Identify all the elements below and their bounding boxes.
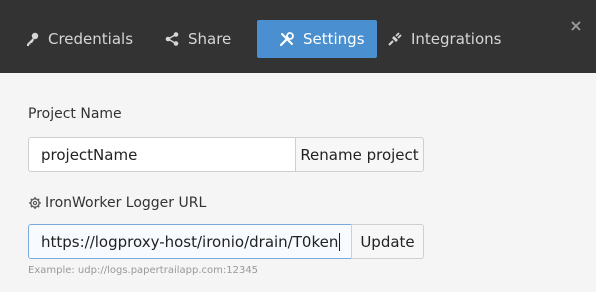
top-nav-bar: Credentials Share Settings Integrations … (0, 0, 596, 73)
share-icon (164, 31, 180, 47)
project-name-input[interactable]: projectName (28, 137, 296, 172)
key-icon (24, 31, 40, 47)
tab-credentials[interactable]: Credentials (24, 20, 133, 58)
logger-url-example-hint: Example: udp://logs.papertrailapp.com:12… (28, 265, 259, 276)
close-icon[interactable]: × (569, 18, 583, 34)
plug-icon (387, 31, 403, 47)
tab-share[interactable]: Share (164, 20, 231, 58)
logger-url-input[interactable]: https://logproxy-host/ironio/drain/T0ken (28, 224, 352, 259)
logger-url-label-text: IronWorker Logger URL (45, 195, 207, 211)
logger-url-label: IronWorker Logger URL (28, 195, 206, 211)
update-button[interactable]: Update (351, 224, 424, 259)
tab-label: Settings (303, 30, 365, 48)
tools-icon (279, 31, 295, 47)
gear-icon (28, 196, 42, 210)
project-name-label: Project Name (28, 106, 122, 122)
tab-label: Integrations (411, 30, 502, 48)
tab-integrations[interactable]: Integrations (387, 20, 501, 58)
tab-settings[interactable]: Settings (257, 20, 377, 58)
text-caret (339, 232, 341, 251)
tab-label: Share (188, 30, 232, 48)
tab-label: Credentials (48, 30, 134, 48)
logger-url-value: https://logproxy-host/ironio/drain/T0ken (41, 232, 339, 251)
rename-project-button[interactable]: Rename project (295, 137, 424, 172)
project-name-value: projectName (41, 145, 138, 164)
